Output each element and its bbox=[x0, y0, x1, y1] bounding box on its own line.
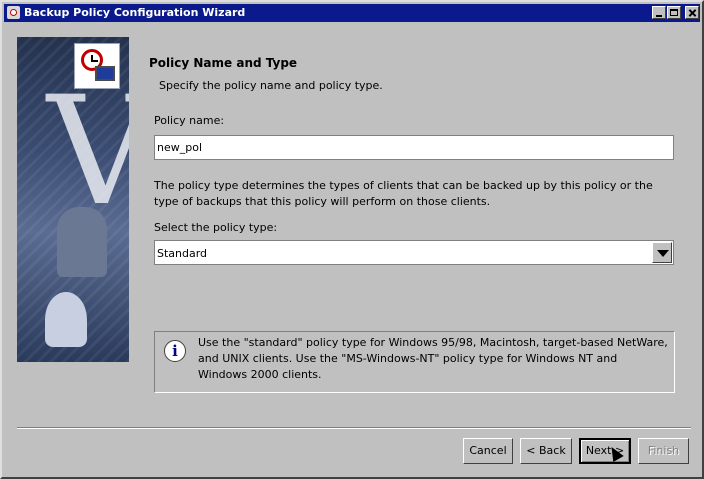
minimize-button[interactable] bbox=[652, 6, 666, 19]
policy-name-label: Policy name: bbox=[154, 114, 225, 127]
cancel-button[interactable]: Cancel bbox=[463, 438, 513, 464]
policy-type-description: The policy type determines the types of … bbox=[154, 179, 653, 208]
clock-monitor-icon bbox=[74, 43, 120, 89]
back-button[interactable]: < Back bbox=[520, 438, 572, 464]
app-icon bbox=[7, 6, 20, 19]
page-title: Policy Name and Type bbox=[149, 56, 298, 70]
next-button[interactable]: Next > bbox=[579, 438, 631, 464]
info-icon: i bbox=[164, 340, 186, 362]
window-title: Backup Policy Configuration Wizard bbox=[24, 6, 246, 19]
policy-name-value: new_pol bbox=[157, 141, 203, 154]
info-text: Use the "standard" policy type for Windo… bbox=[198, 336, 668, 381]
finish-button: Finish bbox=[638, 438, 689, 464]
policy-type-selected: Standard bbox=[157, 247, 208, 260]
dropdown-arrow-icon[interactable] bbox=[652, 242, 672, 263]
footer-divider bbox=[17, 427, 691, 429]
wizard-window: Backup Policy Configuration Wizard V Pol… bbox=[0, 0, 704, 479]
page-subtitle: Specify the policy name and policy type. bbox=[159, 79, 383, 92]
maximize-button[interactable] bbox=[667, 6, 681, 19]
policy-type-label: Select the policy type: bbox=[154, 221, 278, 234]
title-bar[interactable]: Backup Policy Configuration Wizard bbox=[4, 4, 700, 22]
info-panel: i Use the "standard" policy type for Win… bbox=[154, 331, 675, 393]
close-button[interactable] bbox=[685, 6, 699, 19]
policy-type-select[interactable]: Standard bbox=[154, 240, 674, 265]
policy-name-input[interactable]: new_pol bbox=[154, 135, 674, 160]
